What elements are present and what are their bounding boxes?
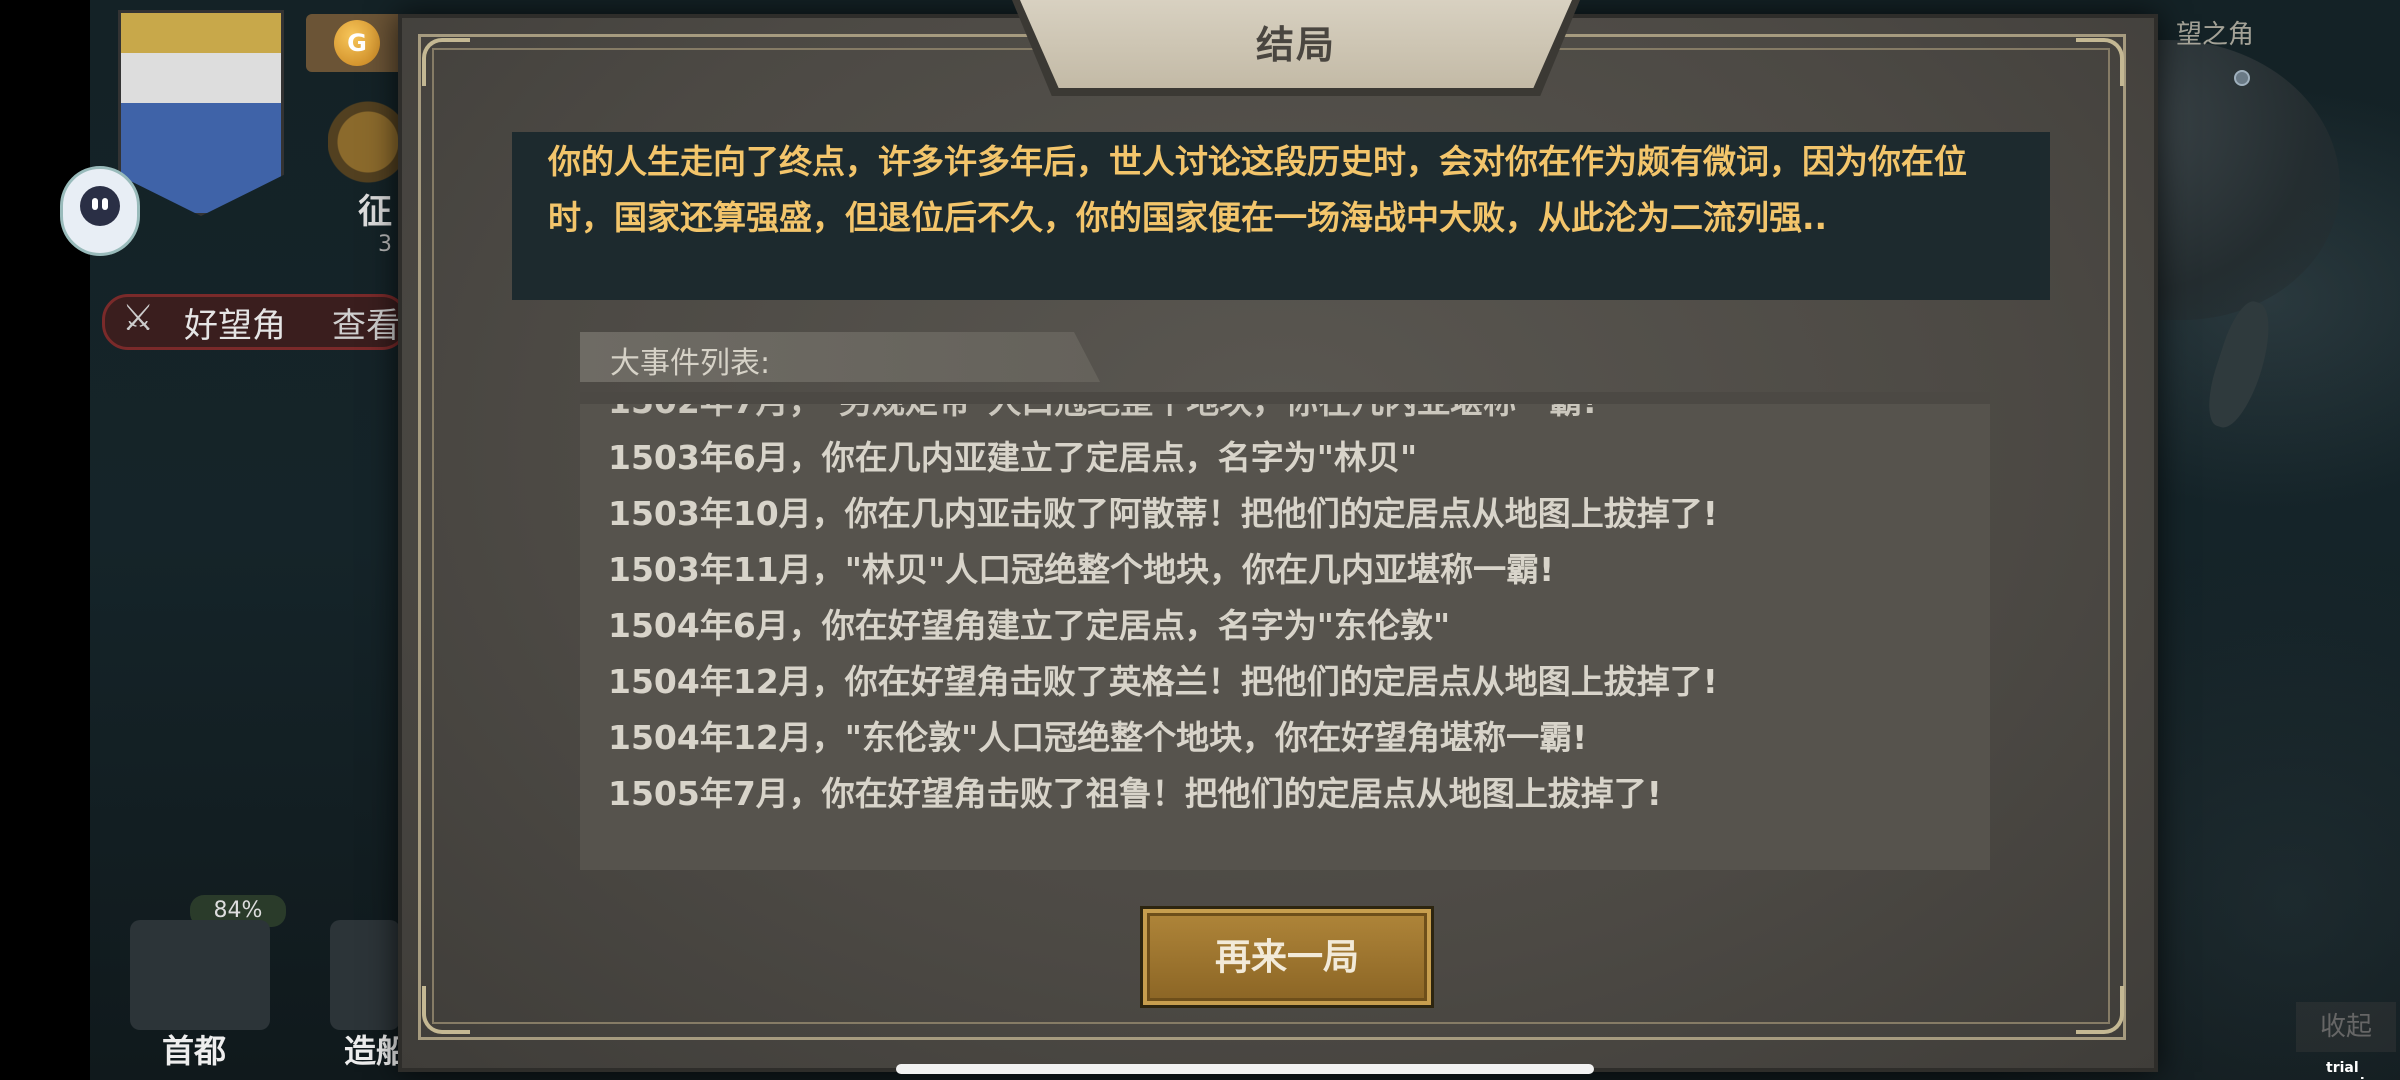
medal-value: 3 [378, 232, 392, 257]
robot-face-icon [80, 186, 120, 226]
event-row: 1504年12月，你在好望角击败了英格兰！把他们的定居点从地图上拔掉了! [608, 662, 1718, 701]
frame-corner-ornament [422, 38, 470, 86]
game-screen: 望之角 G 征 3 ⚔ 好望角 查看 84% 首都 造船 收起 结局 你的人生走… [0, 0, 2400, 1080]
events-panel-top-edge [580, 392, 1990, 404]
trial-watermark: trial version [2326, 1060, 2384, 1080]
map-settlement-marker[interactable] [2234, 70, 2250, 86]
event-row: 1503年6月，你在几内亚建立了定居点，名字为"林贝" [608, 438, 1418, 477]
event-row: 1504年6月，你在好望角建立了定居点，名字为"东伦敦" [608, 606, 1451, 645]
event-row: 1503年11月，"林贝"人口冠绝整个地块，你在几内亚堪称一霸! [608, 550, 1555, 589]
frame-corner-ornament [422, 986, 470, 1034]
map-label-cape: 望之角 [2176, 20, 2255, 50]
ending-summary-text: 你的人生走向了终点，许多许多年后，世人讨论这段历史时，会对你在作为颇有微词，因为… [548, 142, 1967, 237]
events-header-label: 大事件列表: [610, 346, 771, 381]
shipyard-icon[interactable] [330, 920, 400, 1030]
collapse-button[interactable]: 收起 [2296, 1002, 2396, 1052]
event-row: 1504年12月，"东伦敦"人口冠绝整个地块，你在好望角堪称一霸! [608, 718, 1588, 757]
location-name: 好望角 [184, 306, 286, 346]
gold-coin-icon: G [334, 20, 380, 66]
play-again-label: 再来一局 [1214, 937, 1359, 978]
screen-left-edge [0, 0, 90, 1080]
medal-label: 征 [358, 192, 392, 232]
frame-corner-ornament [2076, 986, 2124, 1034]
events-list[interactable]: 1502年7月，"另规矩带"人口冠绝整个地块，你在几内亚堪称一霸! 1503年6… [580, 392, 1990, 822]
dialog-title: 结局 [1255, 23, 1336, 67]
events-list-panel[interactable]: 1502年7月，"另规矩带"人口冠绝整个地块，你在几内亚堪称一霸! 1503年6… [580, 392, 1990, 870]
crossed-swords-icon: ⚔ [122, 298, 155, 339]
capital-building-icon[interactable] [130, 920, 270, 1030]
view-location-button[interactable]: 查看 [332, 298, 400, 347]
capital-label: 首都 [162, 1032, 227, 1070]
frame-corner-ornament [2076, 38, 2124, 86]
home-indicator[interactable] [896, 1064, 1594, 1074]
event-row: 1503年10月，你在几内亚击败了阿散蒂！把他们的定居点从地图上拔掉了! [608, 494, 1718, 533]
event-row: 1505年7月，你在好望角击败了祖鲁！把他们的定居点从地图上拔掉了! [608, 774, 1662, 813]
nation-flag[interactable] [118, 10, 284, 216]
